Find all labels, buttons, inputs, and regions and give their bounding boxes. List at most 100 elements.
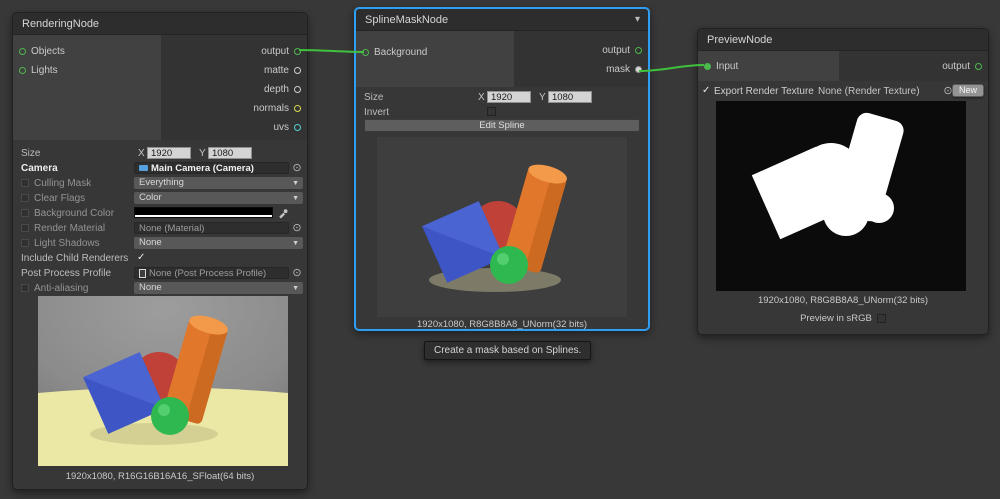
preview-in-srgb-checkbox[interactable] (877, 314, 886, 323)
include-child-renderers-row: Include Child Renderers ✓ (13, 252, 307, 265)
light-shadows-override-checkbox[interactable] (21, 239, 29, 247)
camera-object-picker-icon[interactable]: ⊙ (291, 162, 303, 174)
export-render-texture-label: Export Render Texture (714, 86, 814, 97)
input-port-band (356, 31, 514, 87)
mask-port-label: mask (606, 64, 630, 75)
mask-port[interactable] (635, 66, 642, 73)
clear-flags-override-checkbox[interactable] (21, 194, 29, 202)
culling-mask-override-checkbox[interactable] (21, 179, 29, 187)
lights-input-port[interactable] (19, 67, 26, 74)
invert-label: Invert (364, 107, 389, 118)
size-y-field[interactable] (548, 91, 592, 103)
normals-port[interactable] (294, 105, 301, 112)
anti-aliasing-override-checkbox[interactable] (21, 284, 29, 292)
background-color-label: Background Color (34, 208, 114, 219)
input-port[interactable] (704, 63, 711, 70)
preview-node-header[interactable]: PreviewNode (698, 29, 988, 51)
chevron-down-icon: ▼ (292, 238, 299, 250)
culling-mask-row: Culling Mask Everything ▼ (13, 177, 307, 190)
output-port-label: output (602, 45, 630, 56)
post-process-object-picker-icon[interactable]: ⊙ (291, 267, 303, 279)
collapse-chevron-icon[interactable]: ▾ (635, 9, 640, 31)
new-render-texture-button[interactable]: New (952, 84, 984, 97)
render-material-field[interactable]: None (Material) (134, 222, 289, 234)
preview-node[interactable]: PreviewNode Input output ✓ Export Render… (697, 28, 989, 335)
spline-mask-node-title: SplineMaskNode (365, 14, 448, 26)
depth-port[interactable] (294, 86, 301, 93)
light-shadows-dropdown[interactable]: None ▼ (134, 237, 303, 249)
rendering-port-area: Objects Lights output matte depth normal… (13, 35, 307, 140)
size-x-field[interactable] (147, 147, 191, 159)
size-x-field[interactable] (487, 91, 531, 103)
port-row-output: output (163, 44, 301, 58)
render-material-object-picker-icon[interactable]: ⊙ (291, 222, 303, 234)
culling-mask-value: Everything (139, 177, 184, 188)
post-process-profile-field[interactable]: None (Post Process Profile) (134, 267, 289, 279)
clear-flags-dropdown[interactable]: Color ▼ (134, 192, 303, 204)
output-port[interactable] (635, 47, 642, 54)
edit-spline-button-label: Edit Spline (479, 120, 524, 131)
edit-spline-button[interactable]: Edit Spline (364, 119, 640, 132)
mask-node-preview-image (377, 137, 627, 317)
background-input-port[interactable] (362, 49, 369, 56)
export-render-texture-checkbox[interactable]: ✓ (702, 85, 710, 97)
size-y-field[interactable] (208, 147, 252, 159)
new-button-label: New (959, 85, 977, 95)
objects-input-port[interactable] (19, 48, 26, 55)
matte-port[interactable] (294, 67, 301, 74)
rendering-node-header[interactable]: RenderingNode (13, 13, 307, 35)
background-color-swatch[interactable] (134, 207, 273, 218)
culling-mask-label: Culling Mask (34, 178, 91, 189)
normals-port-label: normals (253, 103, 289, 114)
matte-port-label: matte (264, 65, 289, 76)
port-row-output: output (841, 59, 982, 73)
preview-node-caption: 1920x1080, R8G8B8A8_UNorm(32 bits) (698, 295, 988, 306)
anti-aliasing-value: None (139, 282, 162, 293)
port-row-matte: matte (163, 63, 301, 77)
culling-mask-dropdown[interactable]: Everything ▼ (134, 177, 303, 189)
spline-mask-port-area: Background output mask (356, 31, 648, 87)
background-color-override-checkbox[interactable] (21, 209, 29, 217)
anti-aliasing-label: Anti-aliasing (34, 283, 88, 294)
srgb-row: Preview in sRGB (698, 313, 988, 324)
light-shadows-row: Light Shadows None ▼ (13, 237, 307, 250)
invert-checkbox[interactable] (487, 107, 496, 116)
spline-mask-node-header[interactable]: SplineMaskNode ▾ (356, 9, 648, 31)
uvs-port[interactable] (294, 124, 301, 131)
size-label: Size (364, 92, 383, 103)
y-axis-label: Y (199, 148, 206, 159)
render-material-row: Render Material None (Material) ⊙ (13, 222, 307, 235)
camera-icon (139, 165, 148, 171)
preview-node-title: PreviewNode (707, 34, 772, 46)
post-process-profile-value: None (Post Process Profile) (149, 268, 266, 279)
rendering-node-title: RenderingNode (22, 18, 99, 30)
output-port[interactable] (975, 63, 982, 70)
camera-object-field[interactable]: Main Camera (Camera) (134, 162, 289, 174)
export-render-texture-value[interactable]: None (Render Texture) (818, 86, 920, 97)
port-row-uvs: uvs (163, 120, 301, 134)
anti-aliasing-dropdown[interactable]: None ▼ (134, 282, 303, 294)
post-process-profile-row: Post Process Profile None (Post Process … (13, 267, 307, 280)
input-port-label: Input (716, 61, 738, 72)
mask-preview-image (716, 101, 966, 291)
eyedropper-icon[interactable] (277, 207, 289, 219)
x-axis-label: X (138, 148, 145, 159)
rendering-node[interactable]: RenderingNode Objects Lights output matt… (12, 12, 308, 490)
size-row: Size X Y (356, 91, 648, 104)
camera-row: Camera Main Camera (Camera) ⊙ (13, 162, 307, 175)
preview-in-srgb-label: Preview in sRGB (800, 313, 872, 324)
render-material-override-checkbox[interactable] (21, 224, 29, 232)
include-child-renderers-checkbox[interactable]: ✓ (137, 252, 145, 264)
render-preview-image (38, 296, 288, 466)
export-render-texture-row: ✓ Export Render Texture None (Render Tex… (698, 85, 988, 98)
light-shadows-label: Light Shadows (34, 238, 100, 249)
x-axis-label: X (478, 92, 485, 103)
spline-mask-node[interactable]: SplineMaskNode ▾ Background output mask … (354, 7, 650, 331)
port-row-background: Background (362, 45, 512, 59)
clear-flags-label: Clear Flags (34, 193, 85, 204)
output-port[interactable] (294, 48, 301, 55)
port-row-objects: Objects (19, 44, 159, 58)
port-row-mask: mask (516, 62, 642, 76)
anti-aliasing-row: Anti-aliasing None ▼ (13, 282, 307, 295)
document-icon (139, 269, 146, 278)
